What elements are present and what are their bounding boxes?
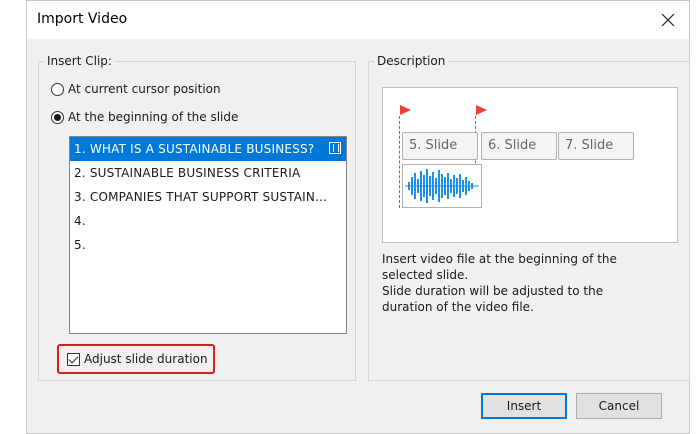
radio-cursor-position-button[interactable] [51, 82, 64, 96]
marker-line-start [399, 116, 400, 208]
description-line: duration of the video file. [382, 300, 534, 314]
import-video-dialog: Import Video Insert Clip: At current cur… [26, 0, 690, 434]
dialog-title: Import Video [37, 11, 128, 27]
insert-button[interactable]: Insert [481, 393, 567, 419]
list-item-label: 4. [74, 214, 86, 228]
adjust-duration-checkbox[interactable] [67, 352, 80, 366]
description-line: selected slide. [382, 268, 469, 282]
slide-listbox[interactable]: 1. WHAT IS A SUSTAINABLE BUSINESS? 2. SU… [69, 136, 347, 334]
list-item-label: 2. SUSTAINABLE BUSINESS CRITERIA [74, 166, 301, 180]
list-item[interactable]: 3. COMPANIES THAT SUPPORT SUSTAIN... [70, 185, 346, 209]
list-item-label: 1. WHAT IS A SUSTAINABLE BUSINESS? [74, 142, 315, 156]
list-item[interactable]: 4. [70, 209, 346, 233]
preview-slide: 5. Slide [402, 132, 478, 160]
list-item-label: 3. COMPANIES THAT SUPPORT SUSTAIN... [74, 190, 328, 204]
radio-slide-beginning-label: At the beginning of the slide [68, 110, 239, 124]
list-item[interactable]: 2. SUSTAINABLE BUSINESS CRITERIA [70, 161, 346, 185]
film-icon [329, 142, 341, 154]
radio-slide-beginning-button[interactable] [51, 110, 64, 124]
adjust-duration-highlight: Adjust slide duration [57, 344, 215, 374]
radio-cursor-position[interactable]: At current cursor position [51, 82, 221, 96]
radio-slide-beginning[interactable]: At the beginning of the slide [51, 110, 238, 124]
insert-clip-group: Insert Clip: At current cursor position … [38, 54, 356, 381]
description-legend: Description [374, 54, 449, 68]
cancel-button[interactable]: Cancel [576, 393, 662, 419]
preview-slide: 6. Slide [481, 132, 557, 160]
timeline-preview: 5. Slide 6. Slide 7. Slide [382, 87, 678, 243]
list-item[interactable]: 1. WHAT IS A SUSTAINABLE BUSINESS? [70, 137, 346, 161]
preview-slide: 7. Slide [558, 132, 634, 160]
list-item[interactable]: 5. [70, 233, 346, 257]
description-text: Insert video file at the beginning of th… [382, 251, 652, 315]
radio-cursor-position-label: At current cursor position [68, 82, 221, 96]
description-line: Slide duration will be adjusted to the [382, 284, 604, 298]
flag-marker-icon [475, 104, 489, 123]
list-item-label: 5. [74, 238, 86, 252]
description-group: Description 5. Slide 6. Slide 7. Slide I… [368, 54, 690, 381]
adjust-duration-label: Adjust slide duration [84, 352, 208, 366]
flag-marker-icon [399, 104, 413, 123]
audio-waveform-icon [402, 164, 482, 208]
title-bar: Import Video [27, 1, 689, 39]
description-line: Insert video file at the beginning of th… [382, 252, 617, 266]
insert-clip-legend: Insert Clip: [44, 54, 115, 68]
close-icon[interactable] [657, 9, 679, 31]
